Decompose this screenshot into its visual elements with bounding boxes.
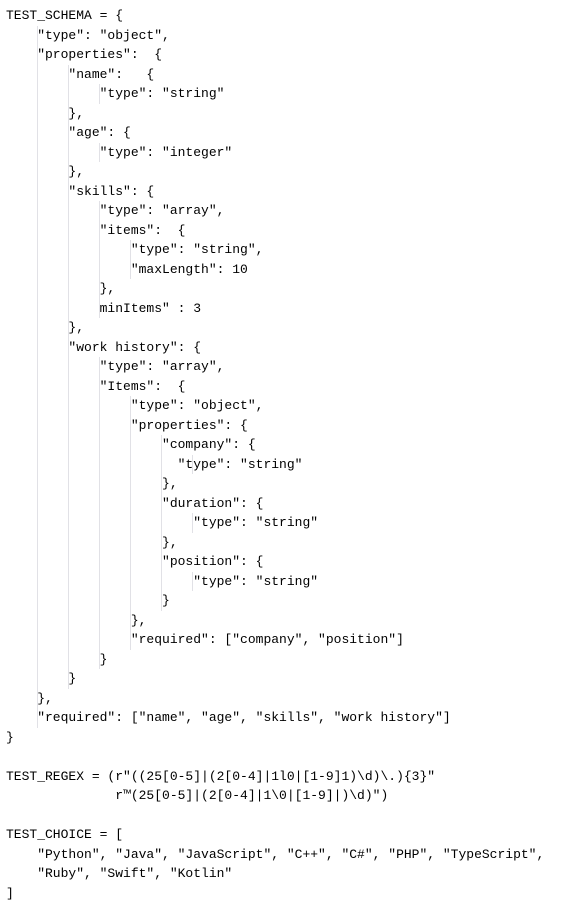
code-line: },	[6, 611, 580, 631]
line-text: "items": {	[6, 223, 185, 238]
code-line: "type": "string"	[6, 455, 580, 475]
line-text: }	[6, 593, 170, 608]
line-text: "type": "integer"	[6, 145, 232, 160]
line-text: "age": {	[6, 125, 131, 140]
code-line: "name": {	[6, 65, 580, 85]
code-line: },	[6, 104, 580, 124]
code-line: "items": {	[6, 221, 580, 241]
code-line: TEST_REGEX = (r"((25[0-5]|(2[0-4]|1l0|[1…	[6, 767, 580, 787]
code-line: "work history": {	[6, 338, 580, 358]
line-text: "type": "array",	[6, 359, 224, 374]
code-line: "Ruby", "Swift", "Kotlin"	[6, 864, 580, 884]
line-text: },	[6, 613, 146, 628]
line-text: "type": "string"	[6, 86, 224, 101]
code-line: "properties": {	[6, 45, 580, 65]
code-line: "skills": {	[6, 182, 580, 202]
line-text: }	[6, 730, 14, 745]
code-block: TEST_SCHEMA = { "type": "object", "prope…	[6, 6, 580, 903]
code-line: },	[6, 689, 580, 709]
code-line: },	[6, 318, 580, 338]
line-text: }	[6, 652, 107, 667]
line-text: "company": {	[6, 437, 256, 452]
line-text	[6, 808, 14, 823]
line-text: "type": "object",	[6, 398, 263, 413]
code-line: "type": "array",	[6, 201, 580, 221]
code-line: "type": "string"	[6, 513, 580, 533]
code-line: }	[6, 650, 580, 670]
line-text: "type": "string"	[6, 457, 302, 472]
line-text: "Items": {	[6, 379, 185, 394]
code-line: "properties": {	[6, 416, 580, 436]
line-text: ]	[6, 886, 14, 901]
code-line: TEST_CHOICE = [	[6, 825, 580, 845]
line-text: TEST_REGEX = (r"((25[0-5]|(2[0-4]|1l0|[1…	[6, 769, 435, 784]
code-line: TEST_SCHEMA = {	[6, 6, 580, 26]
code-line: "Items": {	[6, 377, 580, 397]
line-text: }	[6, 671, 76, 686]
line-text: "required": ["name", "age", "skills", "w…	[6, 710, 451, 725]
code-line: },	[6, 474, 580, 494]
line-text: },	[6, 281, 115, 296]
line-text: "duration": {	[6, 496, 263, 511]
code-line: "age": {	[6, 123, 580, 143]
line-text: },	[6, 691, 53, 706]
code-line: },	[6, 162, 580, 182]
line-text: "Python", "Java", "JavaScript", "C++", "…	[6, 847, 544, 862]
line-text: "name": {	[6, 67, 154, 82]
code-line: "type": "string"	[6, 572, 580, 592]
line-text: "required": ["company", "position"]	[6, 632, 404, 647]
code-line	[6, 747, 580, 767]
code-line: "type": "string"	[6, 84, 580, 104]
code-line: },	[6, 279, 580, 299]
code-line: minItems" : 3	[6, 299, 580, 319]
line-text: },	[6, 106, 84, 121]
code-line: "company": {	[6, 435, 580, 455]
code-line: ]	[6, 884, 580, 904]
line-text: "type": "object",	[6, 28, 170, 43]
code-line: "required": ["company", "position"]	[6, 630, 580, 650]
line-text: TEST_CHOICE = [	[6, 827, 123, 842]
line-text: "properties": {	[6, 47, 162, 62]
code-line: }	[6, 728, 580, 748]
line-text: "type": "string"	[6, 574, 318, 589]
line-text: },	[6, 476, 178, 491]
code-line: r™(25[0-5]|(2[0-4]|1\0|[1-9]|)\d)")	[6, 786, 580, 806]
code-line: "type": "object",	[6, 26, 580, 46]
code-line: "required": ["name", "age", "skills", "w…	[6, 708, 580, 728]
line-text: "position": {	[6, 554, 263, 569]
code-line: }	[6, 591, 580, 611]
code-line	[6, 806, 580, 826]
line-text: "maxLength": 10	[6, 262, 248, 277]
line-text: minItems" : 3	[6, 301, 201, 316]
code-line: },	[6, 533, 580, 553]
code-line: "type": "string",	[6, 240, 580, 260]
code-line: }	[6, 669, 580, 689]
line-text: "type": "string"	[6, 515, 318, 530]
line-text: "work history": {	[6, 340, 201, 355]
line-text: "Ruby", "Swift", "Kotlin"	[6, 866, 232, 881]
line-text: },	[6, 320, 84, 335]
code-line: "maxLength": 10	[6, 260, 580, 280]
code-line: "type": "array",	[6, 357, 580, 377]
line-text: "type": "string",	[6, 242, 263, 257]
line-text: TEST_SCHEMA = {	[6, 8, 123, 23]
line-text: },	[6, 535, 178, 550]
line-text: "properties": {	[6, 418, 248, 433]
code-line: "duration": {	[6, 494, 580, 514]
line-text	[6, 749, 14, 764]
code-line: "Python", "Java", "JavaScript", "C++", "…	[6, 845, 580, 865]
line-text: "skills": {	[6, 184, 154, 199]
line-text: "type": "array",	[6, 203, 224, 218]
line-text: r™(25[0-5]|(2[0-4]|1\0|[1-9]|)\d)")	[6, 788, 388, 803]
line-text: },	[6, 164, 84, 179]
code-line: "type": "integer"	[6, 143, 580, 163]
code-line: "position": {	[6, 552, 580, 572]
code-line: "type": "object",	[6, 396, 580, 416]
